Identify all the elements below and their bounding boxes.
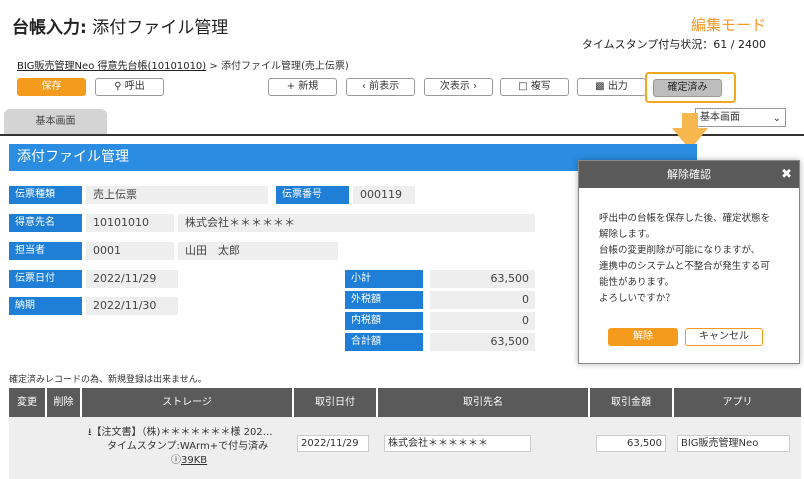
notice-text: 確定済みレコードの為、新規登録は出来ません。 <box>9 375 207 385</box>
intax-value: 0 <box>430 312 535 330</box>
slip-no-value: 000119 <box>353 186 415 204</box>
tab-basic[interactable]: 基本画面 <box>4 109 107 135</box>
cancel-button[interactable]: キャンセル <box>685 328 763 346</box>
slip-no-label: 伝票番号 <box>276 186 349 204</box>
customer-name: 株式会社＊＊＊＊＊＊ <box>178 214 535 232</box>
new-button[interactable]: + 新規 <box>268 78 337 96</box>
file-size: ⓘ39KB <box>171 455 208 466</box>
col-delete: 削除 <box>47 388 80 417</box>
dialog-message: 呼出中の台帳を保存した後、確定状態を 解除します。 台帳の変更削除が可能になりま… <box>599 213 771 304</box>
row-app[interactable]: BIG販売管理Neo <box>677 435 790 452</box>
outtax-label: 外税額 <box>345 291 423 309</box>
slip-type-value: 売上伝票 <box>86 186 268 204</box>
copy-button[interactable]: □ 複写 <box>500 78 569 96</box>
file-stamp-text: タイムスタンプ:WArm+で付与済み <box>107 441 269 452</box>
save-button[interactable]: 保存 <box>17 78 86 96</box>
due-value: 2022/11/30 <box>86 297 178 315</box>
confirm-dialog: 解除確認 ✖ 呼出中の台帳を保存した後、確定状態を 解除します。 台帳の変更削除… <box>578 160 800 364</box>
page-title: 台帳入力: 添付ファイル管理 <box>12 18 229 38</box>
breadcrumb-root-link[interactable]: BIG販売管理Neo 得意先台帳(10101010) <box>17 61 206 72</box>
subtotal-value: 63,500 <box>430 270 535 288</box>
prev-button[interactable]: ‹ 前表示 <box>346 78 415 96</box>
col-app: アプリ <box>674 388 801 417</box>
mode-label: 編集モード <box>690 16 766 34</box>
staff-name: 山田 太郎 <box>178 242 338 260</box>
total-label: 合計額 <box>345 333 423 351</box>
col-change: 変更 <box>9 388 45 417</box>
customer-label: 得意先名 <box>9 214 82 232</box>
staff-code: 0001 <box>86 242 174 260</box>
printer-icon: ▩ <box>595 81 605 92</box>
row-date[interactable]: 2022/11/29 <box>297 435 369 452</box>
total-value: 63,500 <box>430 333 535 351</box>
info-icon: ⓘ <box>171 455 181 466</box>
row-amount[interactable]: 63,500 <box>596 435 666 452</box>
slip-type-label: 伝票種類 <box>9 186 82 204</box>
confirmed-button[interactable]: 確定済み <box>653 79 722 97</box>
staff-label: 担当者 <box>9 242 82 260</box>
dialog-title: 解除確認 <box>579 161 799 188</box>
release-button[interactable]: 解除 <box>608 328 678 346</box>
intax-label: 内税額 <box>345 312 423 330</box>
due-label: 納期 <box>9 297 82 315</box>
date-label: 伝票日付 <box>9 270 82 288</box>
plus-icon: + <box>286 81 296 92</box>
search-icon: ⚲ <box>114 81 122 92</box>
next-button[interactable]: 次表示 › <box>424 78 493 96</box>
subtotal-label: 小計 <box>345 270 423 288</box>
breadcrumb: BIG販売管理Neo 得意先台帳(10101010) > 添付ファイル管理(売上… <box>17 61 349 72</box>
timestamp-status: タイムスタンプ付与状況：61 / 2400 <box>581 38 766 51</box>
col-partner: 取引先名 <box>378 388 588 417</box>
chevron-down-icon: ⌄ <box>772 113 781 124</box>
document-icon: □ <box>518 81 528 92</box>
call-button[interactable]: ⚲ 呼出 <box>95 78 164 96</box>
col-amount: 取引金額 <box>590 388 672 417</box>
print-button[interactable]: ▩ 出力 <box>577 78 646 96</box>
breadcrumb-current: 添付ファイル管理(売上伝票) <box>220 61 349 72</box>
outtax-value: 0 <box>430 291 535 309</box>
close-icon[interactable]: ✖ <box>781 161 792 188</box>
customer-code: 10101010 <box>86 214 174 232</box>
row-partner[interactable]: 株式会社＊＊＊＊＊＊ <box>384 435 531 452</box>
chevron-right-icon: › <box>473 81 478 92</box>
col-date: 取引日付 <box>294 388 376 417</box>
chevron-left-icon: ‹ <box>361 81 366 92</box>
date-value: 2022/11/29 <box>86 270 178 288</box>
col-storage: ストレージ <box>82 388 292 417</box>
